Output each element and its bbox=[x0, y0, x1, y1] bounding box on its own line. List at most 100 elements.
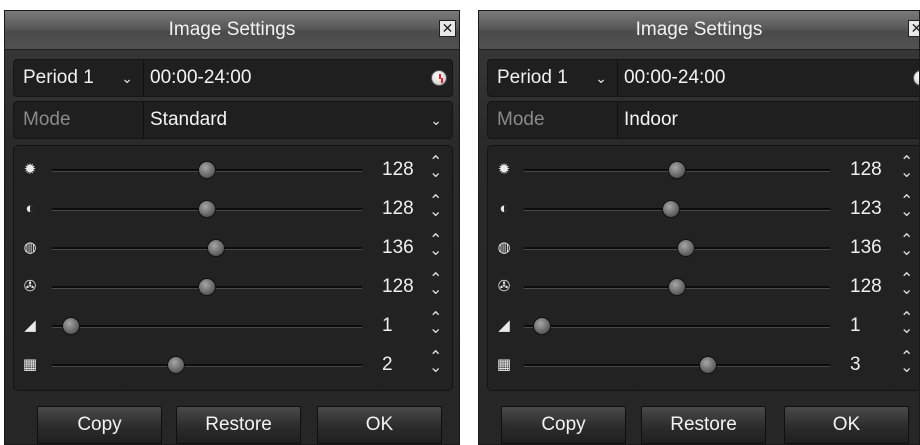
contrast-icon: ◐ bbox=[25, 200, 35, 217]
spinner-updown-icon[interactable]: ⌃ ⌄ bbox=[900, 155, 913, 181]
spinner-updown-icon[interactable]: ⌃ ⌄ bbox=[900, 350, 913, 376]
time-range-value: 00:00-24:00 bbox=[624, 67, 726, 88]
spinner-updown-icon[interactable]: ⌃ ⌄ bbox=[900, 233, 913, 259]
slider-handle[interactable] bbox=[207, 239, 226, 257]
time-range-value: 00:00-24:00 bbox=[150, 67, 252, 88]
slider-handle[interactable] bbox=[533, 317, 552, 335]
slider-row: ◢ 1 ⌃ ⌄ bbox=[488, 308, 919, 344]
spinner-updown-icon[interactable]: ⌃ ⌄ bbox=[900, 311, 913, 337]
slider-row: ▦ 3 ⌃ ⌄ bbox=[488, 347, 919, 383]
brightness-icon: ✹ bbox=[23, 161, 37, 178]
sharpness-icon: ◢ bbox=[24, 317, 36, 334]
slider-value: 1 bbox=[850, 315, 861, 336]
chevron-down-icon: ⌄ bbox=[121, 70, 133, 86]
time-range-field[interactable]: 00:00-24:00 bbox=[618, 60, 919, 96]
slider-handle[interactable] bbox=[698, 356, 717, 374]
slider-panel: ✹ 128 ⌃ ⌄ ◐ 123 ⌃ ⌄ ◍ 136 ⌃ ⌄ ✇ 128 ⌃ ⌄ ◢ 1 ⌃ ⌄ ▦ 3 ⌃ ⌄ bbox=[487, 145, 919, 391]
hue-icon: ✇ bbox=[23, 278, 37, 295]
restore-button[interactable]: Restore bbox=[176, 406, 301, 444]
denoising-icon: ▦ bbox=[496, 356, 512, 373]
dialog-titlebar: Image Settings ✕ bbox=[479, 11, 919, 50]
slider-value: 123 bbox=[850, 198, 882, 219]
period-row: Period 1 ⌄ 00:00-24:00 bbox=[13, 59, 453, 97]
slider-handle[interactable] bbox=[198, 200, 216, 218]
denoising-icon: ▦ bbox=[22, 356, 38, 373]
spinner-updown-icon[interactable]: ⌃ ⌄ bbox=[900, 272, 913, 298]
slider-value: 128 bbox=[850, 276, 882, 297]
slider-row: ✹ 128 ⌃ ⌄ bbox=[488, 152, 919, 188]
slider-row: ◐ 123 ⌃ ⌄ bbox=[488, 191, 919, 227]
contrast-icon: ◐ bbox=[499, 200, 509, 217]
slider-handle[interactable] bbox=[61, 317, 80, 335]
restore-button[interactable]: Restore bbox=[641, 406, 766, 444]
mode-row: Mode Standard ⌄ bbox=[13, 101, 453, 139]
saturation-icon: ◍ bbox=[497, 239, 511, 256]
spinner-updown-icon[interactable]: ⌃ ⌄ bbox=[900, 194, 913, 220]
slider-row: ✇ 128 ⌃ ⌄ bbox=[14, 269, 452, 305]
slider-handle[interactable] bbox=[661, 200, 680, 218]
chevron-down-icon: ⌄ bbox=[595, 70, 607, 86]
slider-value: 1 bbox=[382, 315, 393, 336]
close-icon[interactable]: ✕ bbox=[908, 20, 919, 37]
sharpness-icon: ◢ bbox=[498, 317, 510, 334]
slider-track[interactable] bbox=[524, 364, 830, 367]
hue-icon: ✇ bbox=[497, 278, 511, 295]
saturation-icon: ◍ bbox=[23, 239, 37, 256]
brightness-icon: ✹ bbox=[497, 161, 511, 178]
copy-button[interactable]: Copy bbox=[37, 406, 162, 444]
clock-icon[interactable] bbox=[431, 70, 447, 86]
spinner-updown-icon[interactable]: ⌃ ⌄ bbox=[429, 311, 442, 337]
period-row: Period 1 ⌄ 00:00-24:00 bbox=[487, 59, 919, 97]
close-icon[interactable]: ✕ bbox=[439, 20, 456, 37]
slider-value: 2 bbox=[382, 354, 393, 375]
slider-handle[interactable] bbox=[668, 278, 686, 296]
mode-select-value: Standard bbox=[150, 109, 228, 130]
slider-value: 128 bbox=[382, 159, 414, 180]
slider-panel: ✹ 128 ⌃ ⌄ ◐ 128 ⌃ ⌄ ◍ 136 ⌃ ⌄ ✇ 128 ⌃ ⌄ ◢ 1 ⌃ ⌄ ▦ 2 ⌃ ⌄ bbox=[13, 145, 453, 391]
dialog-title: Image Settings bbox=[168, 19, 296, 40]
slider-handle[interactable] bbox=[198, 161, 216, 179]
slider-row: ◍ 136 ⌃ ⌄ bbox=[488, 230, 919, 266]
image-settings-dialog-left: Image Settings ✕ Period 1 ⌄ 00:00-24:00 … bbox=[4, 10, 460, 445]
slider-value: 136 bbox=[850, 237, 882, 258]
copy-button[interactable]: Copy bbox=[501, 406, 626, 444]
mode-select-value: Indoor bbox=[624, 109, 678, 130]
slider-row: ◍ 136 ⌃ ⌄ bbox=[14, 230, 452, 266]
mode-select[interactable]: Standard ⌄ bbox=[144, 102, 452, 138]
slider-handle[interactable] bbox=[668, 161, 686, 179]
period-select-label: Period 1 bbox=[23, 67, 94, 88]
slider-value: 128 bbox=[382, 198, 414, 219]
slider-value: 136 bbox=[382, 237, 414, 258]
slider-track[interactable] bbox=[52, 325, 362, 328]
spinner-updown-icon[interactable]: ⌃ ⌄ bbox=[429, 194, 442, 220]
slider-row: ◢ 1 ⌃ ⌄ bbox=[14, 308, 452, 344]
spinner-updown-icon[interactable]: ⌃ ⌄ bbox=[429, 272, 442, 298]
slider-row: ✇ 128 ⌃ ⌄ bbox=[488, 269, 919, 305]
chevron-down-icon: ⌄ bbox=[430, 112, 442, 128]
slider-handle[interactable] bbox=[677, 239, 696, 257]
image-settings-dialog-right: Image Settings ✕ Period 1 ⌄ 00:00-24:00 … bbox=[478, 10, 920, 445]
period-select[interactable]: Period 1 ⌄ bbox=[14, 60, 144, 96]
ok-button[interactable]: OK bbox=[784, 406, 909, 444]
slider-value: 128 bbox=[850, 159, 882, 180]
time-range-field[interactable]: 00:00-24:00 bbox=[144, 60, 452, 96]
period-select[interactable]: Period 1 ⌄ bbox=[488, 60, 618, 96]
mode-row: Mode Indoor ⌄ bbox=[487, 101, 919, 139]
spinner-updown-icon[interactable]: ⌃ ⌄ bbox=[429, 155, 442, 181]
slider-value: 3 bbox=[850, 354, 861, 375]
slider-track[interactable] bbox=[524, 325, 830, 328]
period-select-label: Period 1 bbox=[497, 67, 568, 88]
spinner-updown-icon[interactable]: ⌃ ⌄ bbox=[429, 233, 442, 259]
slider-row: ▦ 2 ⌃ ⌄ bbox=[14, 347, 452, 383]
spinner-updown-icon[interactable]: ⌃ ⌄ bbox=[429, 350, 442, 376]
slider-handle[interactable] bbox=[198, 278, 216, 296]
slider-row: ◐ 128 ⌃ ⌄ bbox=[14, 191, 452, 227]
slider-handle[interactable] bbox=[167, 356, 185, 374]
slider-row: ✹ 128 ⌃ ⌄ bbox=[14, 152, 452, 188]
dialog-title: Image Settings bbox=[635, 19, 763, 40]
dialog-titlebar: Image Settings ✕ bbox=[5, 11, 459, 50]
slider-track[interactable] bbox=[52, 364, 362, 367]
ok-button[interactable]: OK bbox=[317, 406, 442, 444]
mode-label: Mode bbox=[14, 102, 144, 138]
mode-select[interactable]: Indoor ⌄ bbox=[618, 102, 919, 138]
